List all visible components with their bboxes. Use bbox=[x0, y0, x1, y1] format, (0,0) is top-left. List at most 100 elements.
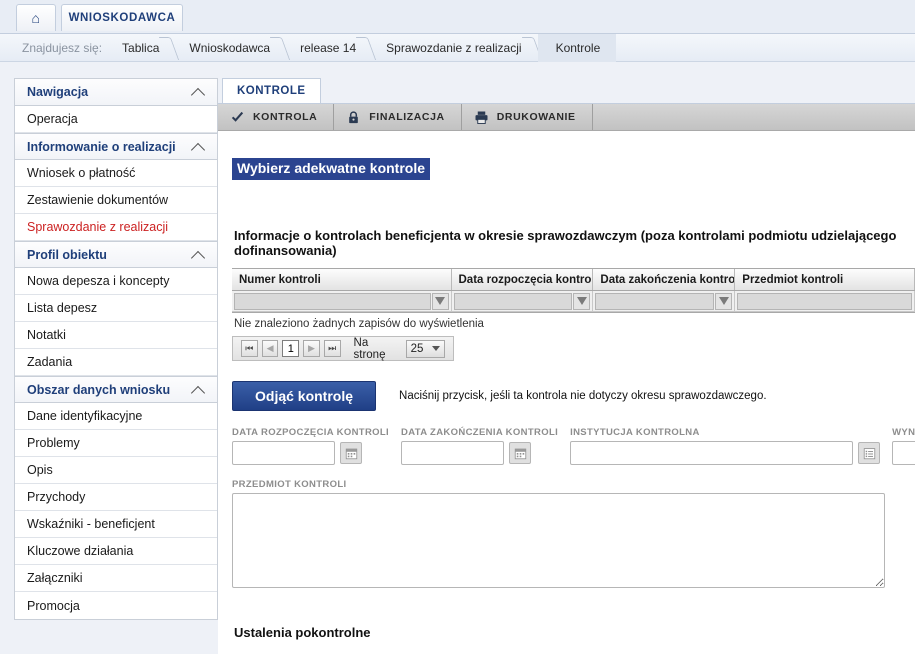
list-picker-icon bbox=[863, 448, 875, 460]
filter-button-data-rozpoczecia[interactable] bbox=[573, 292, 591, 310]
panel-toolbar: KONTROLA FINALIZACJA DRUKOWANIE bbox=[218, 104, 915, 131]
printer-icon bbox=[475, 111, 488, 124]
grid-filter-przedmiot-kontroli bbox=[735, 291, 915, 312]
grid-filter-row bbox=[232, 291, 915, 313]
panel-content: Wybierz adekwatne kontrole Informacje o … bbox=[218, 131, 915, 640]
sidebar-item-promocja[interactable]: Promocja bbox=[15, 592, 217, 619]
instytucja-kontrolna-picker-button[interactable] bbox=[858, 442, 881, 465]
field-instytucja-kontrolna: INSTYTUCJA KONTROLNA bbox=[570, 427, 881, 466]
field-wynik-kontroli: WYNI bbox=[892, 427, 915, 466]
toolbar-button-kontrola[interactable]: KONTROLA bbox=[218, 104, 335, 130]
home-button[interactable]: ⌂ bbox=[16, 4, 56, 31]
grid-column-data-zakonczenia[interactable]: Data zakończenia kontroli bbox=[593, 269, 736, 291]
grid-column-numer-kontroli[interactable]: Numer kontroli bbox=[232, 269, 452, 291]
sidebar-group-obszar-danych-wniosku[interactable]: Obszar danych wniosku bbox=[15, 376, 217, 403]
date-start-calendar-button[interactable] bbox=[340, 442, 362, 465]
sidebar-item-kluczowe-dzialania[interactable]: Kluczowe działania bbox=[15, 538, 217, 565]
calendar-icon bbox=[345, 448, 357, 460]
sidebar-group-nawigacja[interactable]: Nawigacja bbox=[15, 79, 217, 106]
sidebar-item-przychody[interactable]: Przychody bbox=[15, 484, 217, 511]
sidebar-item-label: Problemy bbox=[27, 436, 80, 450]
sidebar-group-profil-obiektu[interactable]: Profil obiektu bbox=[15, 241, 217, 268]
date-end-input[interactable] bbox=[401, 441, 505, 466]
sidebar-group-label: Obszar danych wniosku bbox=[27, 382, 171, 397]
sidebar-item-label: Załączniki bbox=[27, 571, 83, 585]
last-page-icon: ⏭ bbox=[328, 343, 337, 354]
sidebar-item-zalaczniki[interactable]: Załączniki bbox=[15, 565, 217, 592]
panel-tab-strip: KONTROLE bbox=[218, 78, 915, 103]
app-bar: ⌂ WNIOSKODAWCA bbox=[0, 0, 915, 34]
breadcrumb-item-release-14[interactable]: release 14 bbox=[286, 34, 372, 62]
grid-filter-numer-kontroli bbox=[232, 291, 452, 312]
sidebar-group-informowanie[interactable]: Informowanie o realizacji bbox=[15, 133, 217, 160]
main-panel: KONTROLE KONTROLA FINALIZACJA DRUKOWANIE… bbox=[218, 62, 915, 654]
pager-last-button[interactable]: ⏭ bbox=[323, 340, 341, 358]
first-page-icon: ⏮ bbox=[245, 343, 254, 354]
sidebar-item-opis[interactable]: Opis bbox=[15, 457, 217, 484]
toolbar-label: KONTROLA bbox=[253, 111, 318, 123]
page-body: Nawigacja Operacja Informowanie o realiz… bbox=[0, 62, 915, 654]
sidebar: Nawigacja Operacja Informowanie o realiz… bbox=[0, 62, 218, 654]
date-end-calendar-button[interactable] bbox=[509, 442, 532, 465]
sidebar-item-wskazniki-beneficjent[interactable]: Wskaźniki - beneficjent bbox=[15, 511, 217, 538]
pager-per-page-label: Na stronę bbox=[353, 336, 386, 361]
ustalenia-pokontrolne-title: Ustalenia pokontrolne bbox=[234, 625, 371, 641]
breadcrumb-item-kontrole[interactable]: Kontrole bbox=[537, 33, 617, 62]
breadcrumb-lead: Znajdujesz się: bbox=[22, 40, 103, 55]
pager-prev-button[interactable]: ◀ bbox=[261, 340, 279, 358]
sidebar-item-wniosek-o-platnosc[interactable]: Wniosek o płatność bbox=[15, 160, 217, 187]
sidebar-item-label: Zadania bbox=[27, 355, 73, 369]
wynik-kontroli-input[interactable] bbox=[892, 441, 915, 466]
filter-input-przedmiot-kontroli[interactable] bbox=[737, 292, 913, 310]
odjac-kontrole-button[interactable]: Odjąć kontrolę bbox=[232, 381, 377, 412]
sidebar-item-operacja[interactable]: Operacja bbox=[15, 106, 217, 133]
breadcrumb-item-wnioskodawca[interactable]: Wnioskodawca bbox=[175, 34, 286, 62]
pager-current-page[interactable]: 1 bbox=[282, 340, 300, 358]
instytucja-kontrolna-input[interactable] bbox=[570, 441, 854, 466]
filter-button-data-zakonczenia[interactable] bbox=[715, 292, 733, 310]
grid-column-przedmiot-kontroli[interactable]: Przedmiot kontroli bbox=[735, 269, 915, 291]
panel-body: KONTROLA FINALIZACJA DRUKOWANIE Wybierz … bbox=[218, 103, 915, 654]
grid-column-data-rozpoczecia[interactable]: Data rozpoczęcia kontroli bbox=[452, 269, 594, 291]
sidebar-item-zestawienie-dokumentow[interactable]: Zestawienie dokumentów bbox=[15, 187, 217, 214]
field-label: WYNI bbox=[892, 427, 915, 439]
sidebar-item-zadania[interactable]: Zadania bbox=[15, 349, 217, 376]
prev-page-icon: ◀ bbox=[266, 343, 274, 354]
calendar-icon bbox=[514, 448, 526, 460]
chevron-up-icon bbox=[191, 385, 207, 395]
grid-section-title: Informacje o kontrolach beneficjenta w o… bbox=[234, 228, 897, 259]
grid-header-row: Numer kontroli Data rozpoczęcia kontroli… bbox=[232, 269, 915, 292]
toolbar-button-drukowanie[interactable]: DRUKOWANIE bbox=[462, 104, 593, 130]
pager-first-button[interactable]: ⏮ bbox=[241, 340, 258, 358]
sidebar-item-label: Sprawozdanie z realizacji bbox=[27, 220, 169, 234]
sidebar-item-notatki[interactable]: Notatki bbox=[15, 322, 217, 349]
sidebar-item-nowa-depesza-i-koncepty[interactable]: Nowa depesza i koncepty bbox=[15, 268, 217, 295]
filter-input-data-zakonczenia[interactable] bbox=[595, 292, 715, 310]
breadcrumb-item-tablica[interactable]: Tablica bbox=[108, 34, 175, 62]
pager-next-button[interactable]: ▶ bbox=[303, 340, 320, 358]
breadcrumb-item-sprawozdanie[interactable]: Sprawozdanie z realizacji bbox=[372, 34, 537, 62]
pager-per-page-select[interactable]: 25 bbox=[405, 339, 446, 358]
sidebar-item-lista-depesz[interactable]: Lista depesz bbox=[15, 295, 217, 322]
sidebar-item-dane-identyfikacyjne[interactable]: Dane identyfikacyjne bbox=[15, 403, 217, 430]
field-label: DATA ROZPOCZĘCIA KONTROLI bbox=[232, 427, 390, 439]
toolbar-button-finalizacja[interactable]: FINALIZACJA bbox=[334, 104, 462, 130]
przedmiot-kontroli-textarea[interactable] bbox=[232, 493, 885, 589]
filter-input-data-rozpoczecia[interactable] bbox=[453, 292, 573, 310]
date-start-input[interactable] bbox=[232, 441, 335, 466]
field-label: DATA ZAKOŃCZENIA KONTROLI bbox=[401, 427, 559, 439]
sidebar-item-sprawozdanie-z-realizacji[interactable]: Sprawozdanie z realizacji bbox=[15, 214, 217, 241]
filter-input-numer-kontroli[interactable] bbox=[234, 292, 431, 310]
sidebar-item-problemy[interactable]: Problemy bbox=[15, 430, 217, 457]
tab-kontrole[interactable]: KONTROLE bbox=[222, 78, 321, 103]
sidebar-item-label: Przychody bbox=[27, 490, 86, 504]
sidebar-item-label: Lista depesz bbox=[27, 301, 98, 315]
funnel-icon bbox=[435, 297, 446, 306]
chevron-down-icon bbox=[432, 346, 441, 352]
sidebar-group-label: Informowanie o realizacji bbox=[27, 139, 176, 154]
app-tab-wnioskodawca[interactable]: WNIOSKODAWCA bbox=[61, 4, 183, 31]
grid-filter-data-zakonczenia bbox=[593, 291, 736, 312]
sidebar-item-label: Operacja bbox=[27, 112, 78, 126]
filter-button-numer-kontroli[interactable] bbox=[431, 292, 449, 310]
chevron-up-icon bbox=[191, 250, 207, 260]
